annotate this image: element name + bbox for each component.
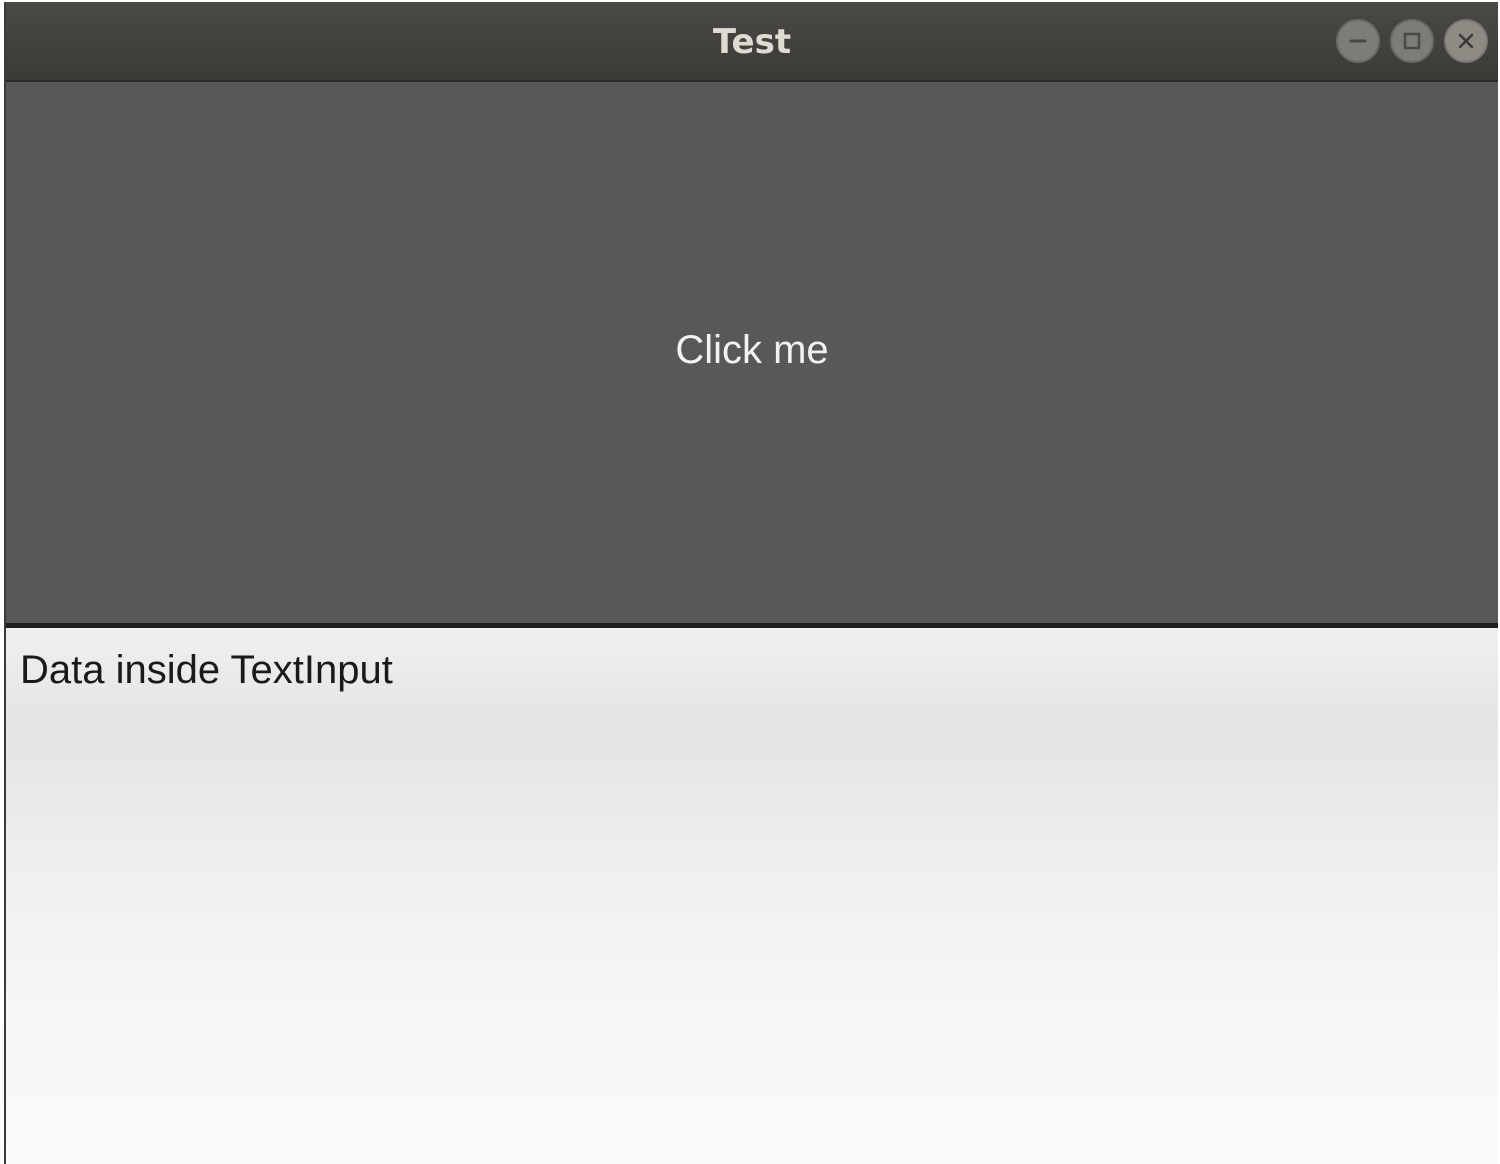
text-input[interactable]: Data inside TextInput (6, 628, 1498, 1164)
close-button[interactable] (1444, 19, 1488, 63)
close-icon (1458, 33, 1474, 49)
click-me-button[interactable]: Click me (6, 82, 1498, 628)
maximize-button[interactable] (1390, 19, 1434, 63)
maximize-icon (1403, 32, 1421, 50)
window-title: Test (712, 22, 792, 62)
click-me-button-label: Click me (675, 328, 829, 372)
text-input-value: Data inside TextInput (20, 648, 393, 692)
minimize-button[interactable] (1336, 19, 1380, 63)
minimize-icon (1349, 39, 1367, 43)
window-controls (1336, 19, 1488, 63)
app-window: Test Click me Data inside TextInput (4, 2, 1498, 1164)
window-titlebar[interactable]: Test (6, 2, 1498, 82)
